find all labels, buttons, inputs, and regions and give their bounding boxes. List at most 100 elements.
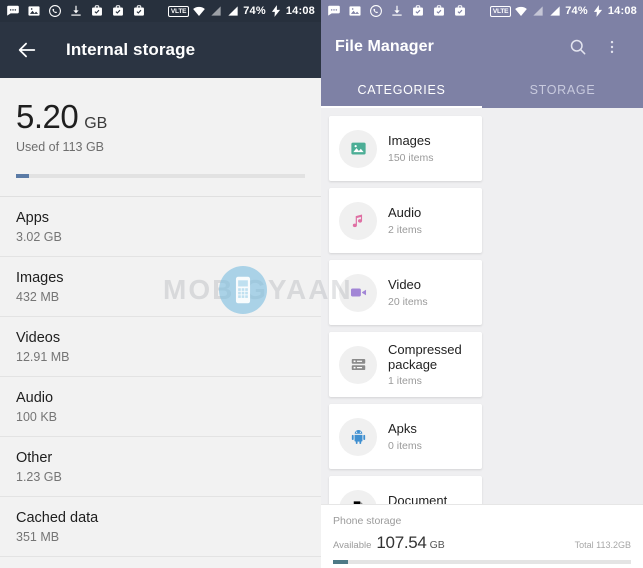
category-item-count: 20 items xyxy=(388,295,428,308)
storage-item-size: 1.23 GB xyxy=(16,470,62,484)
category-text: Compressed package 1 items xyxy=(388,342,472,388)
music-note-icon xyxy=(352,214,362,228)
right-panel-file-manager: VLTE 74% 14:08 File Manager CATEGORIES ST… xyxy=(321,0,643,568)
status-bar-left: VLTE 74% 14:08 xyxy=(0,0,321,22)
status-bar-system-icons: VLTE 74% 14:08 xyxy=(489,4,637,18)
category-text: Images 150 items xyxy=(388,133,434,163)
phone-storage-values: Available 107.54 GB Total 113.2GB xyxy=(333,533,631,553)
storage-category-list: Apps 3.02 GB Images 432 MB Videos 12.91 MB Aud… xyxy=(0,197,321,557)
bolt-icon xyxy=(593,5,602,17)
videocam-icon xyxy=(350,288,366,297)
app-title: File Manager xyxy=(335,38,435,55)
phone-storage-progress-bar xyxy=(333,560,631,564)
storage-summary: 5.20 GB Used of 113 GB xyxy=(0,78,321,178)
category-item-count: 0 items xyxy=(388,439,422,452)
clock-time: 14:08 xyxy=(285,5,315,17)
tab-categories[interactable]: CATEGORIES xyxy=(321,72,482,108)
briefcase-check-icon xyxy=(134,5,144,16)
battery-percent: 74% xyxy=(565,5,588,17)
whatsapp-icon xyxy=(49,5,61,17)
briefcase-check-icon xyxy=(92,5,102,16)
status-bar-right: VLTE 74% 14:08 xyxy=(321,0,643,22)
tab-bar: CATEGORIES STORAGE xyxy=(321,72,643,108)
used-value: 5.20 xyxy=(16,98,79,135)
used-of-total: Used of 113 GB xyxy=(16,140,105,154)
file-manager-app-bar: File Manager xyxy=(321,22,643,72)
storage-item-size: 351 MB xyxy=(16,530,60,544)
used-unit: GB xyxy=(84,115,108,132)
status-bar-notification-icons xyxy=(327,4,490,18)
storage-list-item[interactable]: Apps 3.02 GB xyxy=(0,197,321,257)
category-card[interactable]: Video 20 items xyxy=(329,260,482,325)
volte-badge: VLTE xyxy=(167,5,190,17)
message-icon xyxy=(328,5,340,16)
category-icon-wrap xyxy=(339,417,377,456)
briefcase-check-icon xyxy=(413,5,423,16)
briefcase-check-icon xyxy=(434,5,444,16)
bolt-icon xyxy=(271,5,280,17)
category-card[interactable]: Apks 0 items xyxy=(329,404,482,469)
available-value: 107.54 xyxy=(376,533,427,552)
signal-icon xyxy=(533,6,543,16)
storage-item-size: 3.02 GB xyxy=(16,230,62,244)
phone-storage-label: Phone storage xyxy=(333,515,402,527)
storage-item-title: Apps xyxy=(16,210,50,226)
image-icon xyxy=(28,6,40,16)
message-icon xyxy=(7,5,19,16)
storage-item-title: Cached data xyxy=(16,510,99,526)
signal-icon xyxy=(550,6,560,16)
used-amount: 5.20 GB xyxy=(16,100,305,133)
category-icon-wrap xyxy=(339,345,377,384)
storage-list-item[interactable]: Other 1.23 GB xyxy=(0,437,321,497)
category-card[interactable]: Audio 2 items xyxy=(329,188,482,253)
storage-list-item[interactable]: Videos 12.91 MB xyxy=(0,317,321,377)
category-icon-wrap xyxy=(339,201,377,240)
phone-storage-panel: Phone storage Available 107.54 GB Total … xyxy=(321,504,643,568)
whatsapp-icon xyxy=(370,5,382,17)
storage-item-title: Audio xyxy=(16,390,54,406)
category-name: Compressed package xyxy=(388,341,462,372)
screenshot-root: VLTE 74% 14:08 Internal storage 5.20 GB … xyxy=(0,0,643,568)
status-bar-notification-icons xyxy=(6,4,168,18)
storage-list-item[interactable]: Cached data 351 MB xyxy=(0,497,321,557)
total-storage-label: Total 113.2GB xyxy=(574,540,631,550)
arrow-back-icon[interactable] xyxy=(16,39,38,61)
page-title: Internal storage xyxy=(66,40,196,59)
android-icon xyxy=(351,430,365,444)
image-icon xyxy=(350,142,366,155)
status-bar-system-icons: VLTE 74% 14:08 xyxy=(167,4,315,18)
category-item-count: 150 items xyxy=(388,151,434,164)
search-button[interactable] xyxy=(561,30,595,64)
overflow-menu-button[interactable] xyxy=(595,30,629,64)
more-vert-icon xyxy=(610,40,614,54)
download-icon xyxy=(392,5,402,16)
briefcase-check-icon xyxy=(113,5,123,16)
category-name: Images xyxy=(388,133,431,149)
category-item-count: 1 items xyxy=(388,375,422,388)
storage-list-item[interactable]: Images 432 MB xyxy=(0,257,321,317)
available-label: Available xyxy=(333,540,372,551)
battery-percent: 74% xyxy=(243,5,266,17)
storage-item-size: 12.91 MB xyxy=(16,350,70,364)
storage-progress-bar xyxy=(16,174,305,178)
storage-item-title: Videos xyxy=(16,330,61,346)
storage-item-size: 432 MB xyxy=(16,290,60,304)
signal-icon xyxy=(211,6,221,16)
storage-list-item[interactable]: Audio 100 KB xyxy=(0,377,321,437)
category-icon-wrap xyxy=(339,273,377,312)
phone-storage-progress-fill xyxy=(333,560,348,564)
volte-badge: VLTE xyxy=(489,5,512,17)
signal-icon xyxy=(228,6,238,16)
wifi-icon xyxy=(193,6,206,16)
tab-storage[interactable]: STORAGE xyxy=(482,72,643,108)
wifi-icon xyxy=(515,6,528,16)
category-item-count: 2 items xyxy=(388,223,422,236)
download-icon xyxy=(71,5,81,16)
category-name: Video xyxy=(388,277,422,293)
clock-time: 14:08 xyxy=(607,5,637,17)
storage-progress-fill xyxy=(16,174,30,178)
category-card[interactable]: Images 150 items xyxy=(329,116,482,181)
category-card[interactable]: Compressed package 1 items xyxy=(329,332,482,397)
category-icon-wrap xyxy=(339,129,377,168)
image-icon xyxy=(349,6,361,16)
